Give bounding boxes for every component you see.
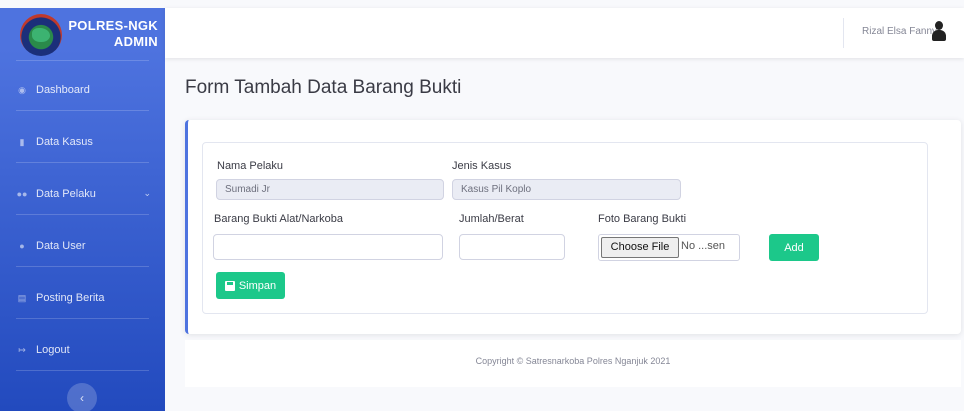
brand-text: POLRES-NGK ADMIN [68, 18, 158, 50]
topbar-divider [843, 18, 844, 48]
sidebar: POLRES-NGK ADMIN ◉ Dashboard ▮ Data Kasu… [0, 8, 165, 411]
footer: Copyright © Satresnarkoba Polres Nganjuk… [185, 340, 961, 387]
file-icon: ▮ [19, 137, 25, 147]
jumlah-berat-input[interactable] [459, 234, 565, 260]
file-status-text: No ...sen [681, 240, 726, 252]
sidebar-item-data-user[interactable]: ● Data User [0, 228, 165, 264]
sidebar-divider [16, 60, 149, 61]
sidebar-item-label: Dashboard [36, 84, 90, 96]
newspaper-icon: ▤ [17, 293, 27, 303]
sidebar-item-data-kasus[interactable]: ▮ Data Kasus [0, 124, 165, 160]
foto-barang-bukti-label: Foto Barang Bukti [598, 213, 687, 225]
sidebar-item-label: Data User [36, 240, 86, 252]
sidebar-brand[interactable]: POLRES-NGK ADMIN [0, 8, 165, 63]
sidebar-divider [16, 214, 149, 215]
jenis-kasus-label: Jenis Kasus [452, 160, 512, 172]
sidebar-item-label: Data Pelaku [36, 188, 96, 200]
barang-bukti-input[interactable] [213, 234, 443, 260]
sidebar-item-dashboard[interactable]: ◉ Dashboard [0, 72, 165, 108]
tachometer-icon: ◉ [18, 85, 26, 95]
sidebar-divider [16, 266, 149, 267]
nama-pelaku-label: Nama Pelaku [217, 160, 284, 172]
sidebar-divider [16, 318, 149, 319]
sidebar-divider [16, 110, 149, 111]
save-button[interactable]: Simpan [216, 272, 285, 299]
choose-file-button[interactable]: Choose File [601, 237, 679, 258]
sidebar-item-posting-berita[interactable]: ▤ Posting Berita [0, 280, 165, 316]
jenis-kasus-field: Kasus Pil Koplo [452, 179, 681, 200]
sidebar-item-data-pelaku[interactable]: ●● Data Pelaku ⌄ [0, 176, 165, 212]
top-strip [0, 0, 964, 8]
sidebar-toggle-button[interactable]: ‹ [67, 383, 97, 411]
sidebar-item-label: Data Kasus [36, 136, 93, 148]
barang-bukti-label: Barang Bukti Alat/Narkoba [214, 213, 344, 225]
topbar: Rizal Elsa Fanny [165, 8, 964, 58]
brand-subtitle: ADMIN [113, 34, 158, 49]
users-icon: ●● [16, 189, 28, 199]
user-name[interactable]: Rizal Elsa Fanny [862, 26, 937, 37]
jumlah-berat-label: Jumlah/Berat [459, 213, 524, 225]
user-icon: ● [19, 241, 25, 251]
nama-pelaku-field: Sumadi Jr [216, 179, 444, 200]
save-icon [224, 280, 235, 291]
copyright-text: Copyright © Satresnarkoba Polres Nganjuk… [475, 356, 671, 366]
foto-file-input[interactable]: Choose File No ...sen [598, 234, 740, 261]
sign-out-icon: ↦ [18, 345, 26, 355]
sidebar-divider [16, 370, 149, 371]
user-avatar-icon[interactable] [932, 21, 946, 41]
save-button-label: Simpan [238, 279, 277, 292]
sidebar-item-logout[interactable]: ↦ Logout [0, 332, 165, 368]
chevron-down-icon: ⌄ [143, 188, 151, 198]
sidebar-item-label: Logout [36, 344, 70, 356]
sidebar-divider [16, 162, 149, 163]
sidebar-item-label: Posting Berita [36, 292, 105, 304]
form-inner-card [202, 142, 928, 314]
polres-logo [20, 14, 62, 56]
brand-title: POLRES-NGK [68, 18, 158, 33]
page-title: Form Tambah Data Barang Bukti [185, 77, 462, 98]
add-button[interactable]: Add [769, 234, 819, 261]
